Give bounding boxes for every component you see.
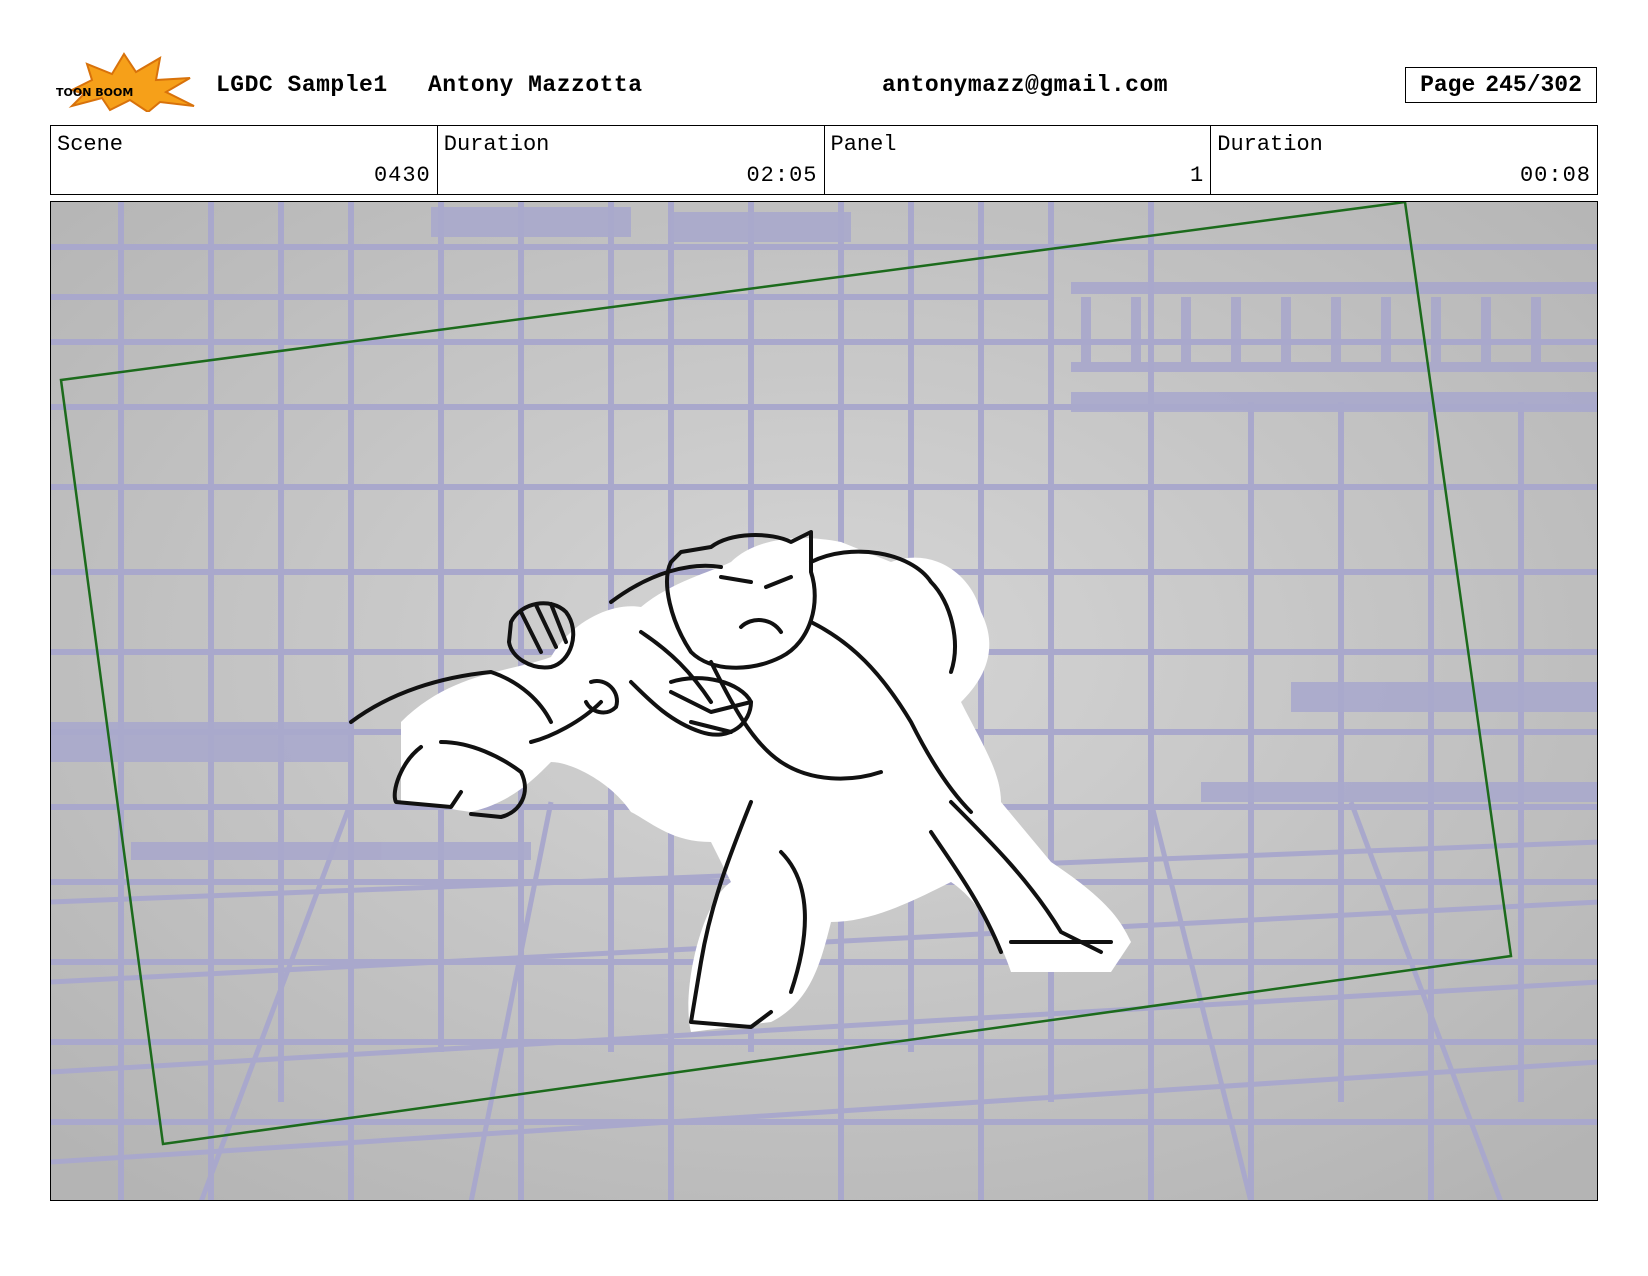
scene-cell: Scene 0430	[51, 126, 438, 194]
author-email: antonymazz@gmail.com	[882, 72, 1169, 98]
panel-cell: Panel 1	[825, 126, 1212, 194]
panel-duration-value: 00:08	[1519, 163, 1591, 188]
scene-value: 0430	[373, 163, 431, 188]
page-indicator: Page 245/302	[1405, 67, 1597, 103]
panel-info-table: Scene 0430 Duration 02:05 Panel 1 Durati…	[50, 125, 1598, 195]
scene-label: Scene	[57, 132, 124, 157]
scene-duration-label: Duration	[443, 132, 550, 157]
storyboard-panel	[50, 201, 1598, 1201]
page-header: TOON BOOM LGDC Sample1 Antony Mazzotta a…	[0, 0, 1648, 120]
panel-duration-cell: Duration 00:08	[1211, 126, 1597, 194]
panel-artwork	[51, 202, 1597, 1200]
panel-duration-label: Duration	[1217, 132, 1323, 157]
panel-label: Panel	[830, 132, 897, 157]
logo-text: TOON BOOM	[56, 86, 133, 99]
author-name: Antony Mazzotta	[428, 72, 643, 98]
panel-value: 1	[1190, 163, 1205, 188]
toon-boom-logo: TOON BOOM	[52, 50, 197, 112]
scene-duration-value: 02:05	[746, 163, 818, 188]
scene-duration-cell: Duration 02:05	[438, 126, 825, 194]
page-label: Page	[1420, 72, 1476, 98]
page-number: 245/302	[1485, 72, 1582, 98]
project-title: LGDC Sample1	[216, 72, 388, 98]
